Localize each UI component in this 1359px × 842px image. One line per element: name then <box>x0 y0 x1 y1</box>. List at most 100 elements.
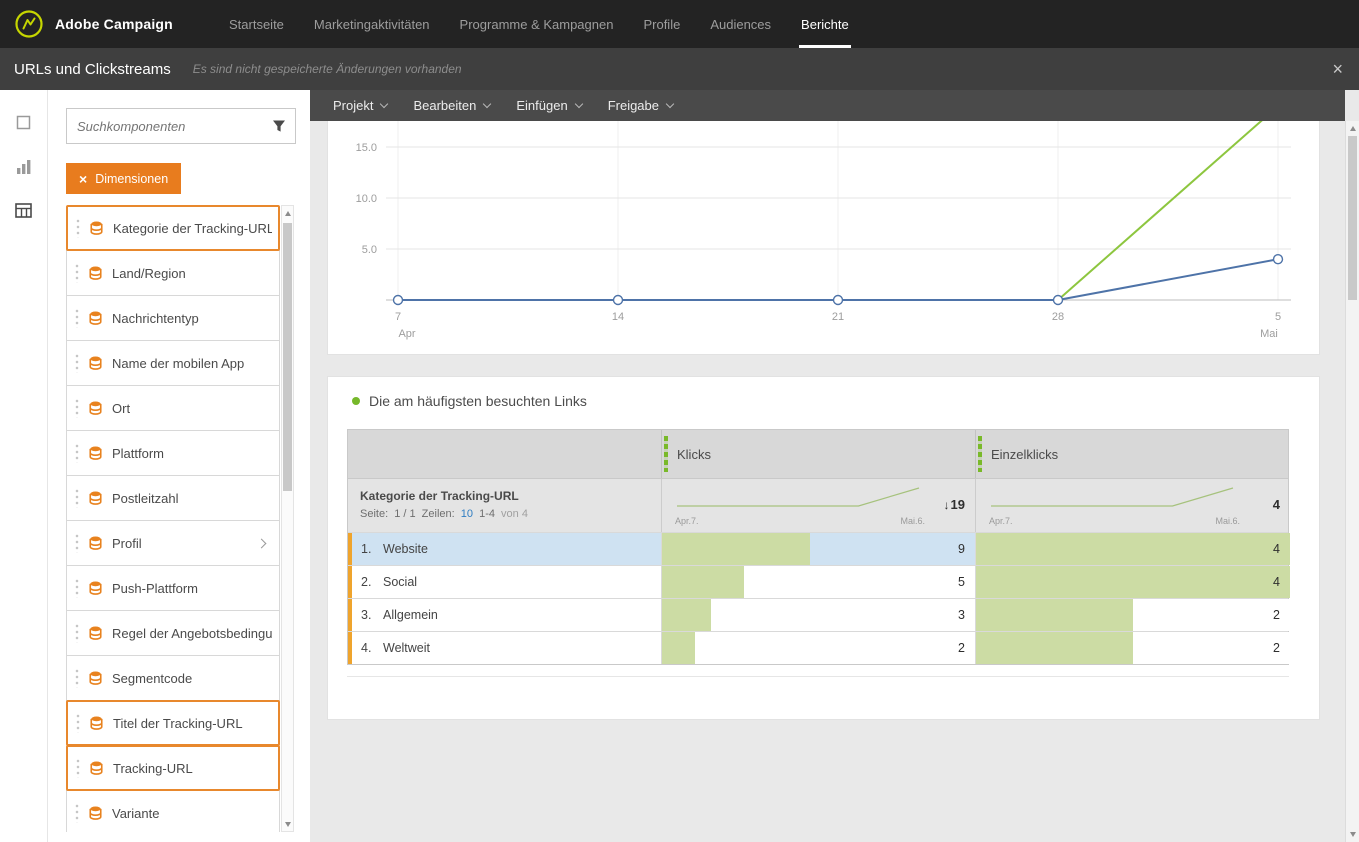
palette-item-push-plattform[interactable]: Push-Plattform <box>66 565 280 611</box>
links-section-title: Die am häufigsten besuchten Links <box>369 393 587 409</box>
links-title-row: Die am häufigsten besuchten Links <box>352 393 587 409</box>
klicks-total: ↓ 19 <box>944 497 965 512</box>
unsaved-changes-status: Es sind nicht gespeicherte Änderungen vo… <box>192 62 462 76</box>
palette-item-name-der-mobilen-app[interactable]: Name der mobilen App <box>66 340 280 386</box>
search-input[interactable] <box>67 118 263 134</box>
klicks-cell: 5 <box>661 566 975 598</box>
menu-label: Projekt <box>333 98 374 113</box>
trend-chart-card: 15.0 10.0 5.0 7 Apr 14 21 28 5 Mai <box>327 121 1320 355</box>
palette-item-titel-der-tracking-url[interactable]: Titel der Tracking-URL <box>66 700 280 746</box>
column-header-klicks[interactable]: Klicks <box>661 430 975 478</box>
palette-item-land-region[interactable]: Land/Region <box>66 250 280 296</box>
nav-item-audiences[interactable]: Audiences <box>695 0 786 48</box>
table-header-row: Klicks Einzelklicks <box>348 430 1288 478</box>
report-subheader: URLs und Clickstreams Es sind nicht gesp… <box>0 48 1359 90</box>
scroll-down-icon[interactable] <box>1346 828 1359 841</box>
row-rank: 1. <box>361 542 372 556</box>
menubar: Projekt Bearbeiten Einfügen Freigabe <box>310 90 1345 121</box>
cell-value: 2 <box>958 641 965 655</box>
row-range: 1-4 <box>479 508 495 520</box>
menu-bearbeiten[interactable]: Bearbeiten <box>400 90 503 121</box>
dimension-icon <box>89 671 102 685</box>
table-row-weltweit[interactable]: 4. Weltweit 2 2 <box>348 631 1290 664</box>
svg-text:28: 28 <box>1052 311 1064 323</box>
einzelklicks-total-value: 4 <box>1272 497 1280 512</box>
palette-scrollbar-thumb[interactable] <box>283 223 292 491</box>
palette-item-segmentcode[interactable]: Segmentcode <box>66 655 280 701</box>
drag-handle-icon <box>75 533 79 553</box>
einzelklicks-cell: 2 <box>975 632 1290 664</box>
dimensions-filter-button[interactable]: × Dimensionen <box>66 163 182 194</box>
palette-item-variante[interactable]: Variante <box>66 790 280 832</box>
nav-item-profile[interactable]: Profile <box>628 0 695 48</box>
top-links-card: Die am häufigsten besuchten Links Klicks… <box>327 376 1320 720</box>
close-icon[interactable]: × <box>1316 60 1359 78</box>
cell-value: 4 <box>1273 542 1280 556</box>
row-dimension-cell: 4. Weltweit <box>348 632 661 664</box>
palette-item-ort[interactable]: Ort <box>66 385 280 431</box>
row-label: Weltweit <box>383 641 431 655</box>
dimension-subheader: Kategorie der Tracking-URL Seite: 1 / 1 … <box>348 479 661 532</box>
scroll-up-icon[interactable] <box>282 207 293 219</box>
rows-per-page[interactable]: 10 <box>461 508 473 520</box>
pagination: Seite: 1 / 1 Zeilen: 10 1-4 von 4 <box>360 508 531 520</box>
column-header-einzelklicks[interactable]: Einzelklicks <box>975 430 1290 478</box>
drag-handle-icon <box>75 623 79 643</box>
filter-funnel-icon[interactable] <box>263 109 295 143</box>
dimension-icon <box>89 626 102 640</box>
menu-freigabe[interactable]: Freigabe <box>595 90 686 121</box>
main-scrollbar[interactable] <box>1345 121 1359 842</box>
svg-text:5: 5 <box>1275 311 1281 323</box>
top-nav: Adobe Campaign Startseite Marketingaktivi… <box>0 0 1359 48</box>
links-table: Klicks Einzelklicks Kategorie der Tracki… <box>347 429 1290 665</box>
drag-handle-icon <box>75 398 79 418</box>
bar-chart-icon[interactable] <box>14 156 34 176</box>
column-accent-icon <box>664 436 668 472</box>
einzelklicks-sparkline <box>991 487 1234 507</box>
palette-scrollbar[interactable] <box>281 205 294 832</box>
nav-item-startseite[interactable]: Startseite <box>214 0 299 48</box>
table-subheader-row: Kategorie der Tracking-URL Seite: 1 / 1 … <box>348 478 1288 532</box>
nav-item-marketingaktivitäten[interactable]: Marketingaktivitäten <box>299 0 445 48</box>
palette-item-tracking-url[interactable]: Tracking-URL <box>66 745 280 791</box>
palette-item-label: Regel der Angebotsbedingung <box>112 625 273 641</box>
dimension-icon <box>89 311 102 325</box>
table-row-allgemein[interactable]: 3. Allgemein 3 2 <box>348 598 1290 631</box>
palette-item-label: Segmentcode <box>112 670 193 686</box>
palette-item-postleitzahl[interactable]: Postleitzahl <box>66 475 280 521</box>
drag-handle-icon <box>75 578 79 598</box>
main-nav: Startseite Marketingaktivitäten Programme … <box>214 0 864 48</box>
klicks-trend-subheader: Apr.7. Mai.6. ↓ 19 <box>661 479 975 532</box>
value-bar <box>976 632 1133 664</box>
klicks-cell: 9 <box>661 533 975 565</box>
row-total: von 4 <box>501 508 528 520</box>
palette-item-plattform[interactable]: Plattform <box>66 430 280 476</box>
scroll-down-icon[interactable] <box>282 818 293 830</box>
menu-projekt[interactable]: Projekt <box>320 90 400 121</box>
scroll-up-icon[interactable] <box>1346 122 1359 135</box>
row-rank: 3. <box>361 608 372 622</box>
palette-item-profil[interactable]: Profil <box>66 520 280 566</box>
palette-item-kategorie-der-tracking-url[interactable]: Kategorie der Tracking-URL <box>66 205 280 251</box>
drag-handle-icon <box>75 308 79 328</box>
main-scrollbar-thumb[interactable] <box>1348 136 1357 300</box>
palette-item-label: Nachrichtentyp <box>112 310 199 326</box>
dimension-icon <box>89 401 102 415</box>
column-header-dimension <box>348 430 661 478</box>
table-grid-icon[interactable] <box>14 200 34 220</box>
table-row-social[interactable]: 2. Social 5 4 <box>348 565 1290 598</box>
menu-label: Einfügen <box>516 98 568 113</box>
dimension-icon <box>89 581 102 595</box>
left-icon-rail <box>0 90 48 842</box>
menu-einfügen[interactable]: Einfügen <box>503 90 594 121</box>
palette-item-nachrichtentyp[interactable]: Nachrichtentyp <box>66 295 280 341</box>
seite-label: Seite: <box>360 508 389 520</box>
nav-item-programme-kampagnen[interactable]: Programme & Kampagnen <box>445 0 629 48</box>
value-bar <box>662 599 712 631</box>
component-square-icon[interactable] <box>14 112 34 132</box>
palette-item-regel-der-angebotsbedingung[interactable]: Regel der Angebotsbedingung <box>66 610 280 656</box>
nav-item-berichte[interactable]: Berichte <box>786 0 864 48</box>
table-row-website[interactable]: 1. Website 9 4 <box>348 532 1290 565</box>
klicks-cell: 2 <box>661 632 975 664</box>
row-label: Social <box>383 575 418 589</box>
